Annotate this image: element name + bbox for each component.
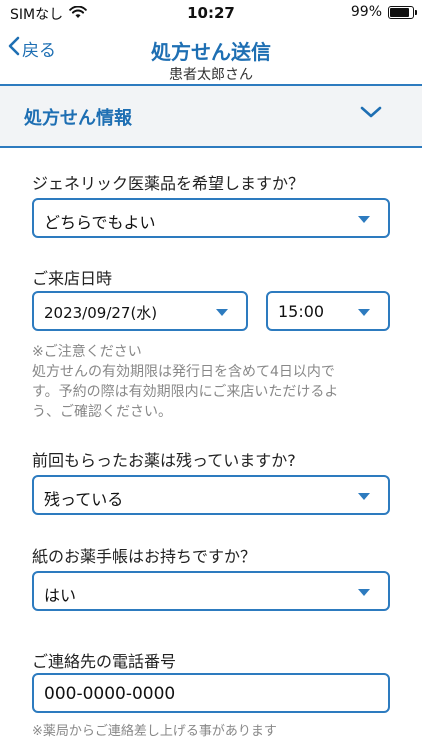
phone-label: ご連絡先の電話番号 bbox=[32, 652, 177, 671]
visit-note-title: ※ご注意ください bbox=[32, 344, 142, 360]
generic-select-value: どちらでもよい bbox=[44, 213, 156, 232]
phone-note: ※薬局からご連絡差し上げる事があります bbox=[32, 724, 277, 739]
generic-question-label: ジェネリック医薬品を希望しますか？ bbox=[32, 174, 305, 193]
status-bar: SIMなし 10:27 99% bbox=[0, 0, 422, 26]
visit-note-line-2: す。予約の際は有効期限内にご来店いただけるよ bbox=[32, 384, 339, 400]
leftover-select-value: 残っている bbox=[44, 490, 124, 509]
visit-date-value: 2023/09/27(水) bbox=[44, 304, 158, 322]
caret-down-icon bbox=[216, 309, 228, 316]
phone-input[interactable]: 000-0000-0000 bbox=[32, 673, 390, 713]
navigation-bar: 戻る 処方せん送信 患者太郎さん bbox=[0, 26, 422, 84]
visit-datetime-label: ご来店日時 bbox=[32, 269, 113, 288]
page-title: 処方せん送信 bbox=[151, 40, 271, 64]
section-title: 処方せん情報 bbox=[24, 108, 132, 129]
notebook-select[interactable]: はい bbox=[32, 571, 390, 611]
visit-note-line-1: 処方せんの有効期限は発行日を含めて4日以内で bbox=[32, 364, 335, 380]
visit-time-select[interactable]: 15:00 bbox=[266, 291, 390, 331]
status-right: 99% bbox=[350, 4, 417, 20]
phone-input-value: 000-0000-0000 bbox=[44, 684, 176, 704]
caret-down-icon bbox=[358, 216, 370, 223]
leftover-select[interactable]: 残っている bbox=[32, 475, 390, 515]
generic-select[interactable]: どちらでもよい bbox=[32, 198, 390, 238]
caret-down-icon bbox=[358, 493, 370, 500]
leftover-question-label: 前回もらったお薬は残っていますか? bbox=[32, 451, 296, 470]
chevron-down-icon bbox=[360, 104, 382, 123]
visit-note: ※ご注意ください 処方せんの有効期限は発行日を含めて4日以内で す。予約の際は有… bbox=[32, 342, 392, 422]
visit-date-select[interactable]: 2023/09/27(水) bbox=[32, 291, 248, 331]
visit-note-line-3: う、ご確認ください。 bbox=[32, 404, 172, 420]
patient-name: 患者太郎さん bbox=[169, 67, 253, 83]
battery-percent: 99% bbox=[350, 4, 382, 20]
visit-time-value: 15:00 bbox=[278, 302, 325, 321]
notebook-question-label: 紙のお薬手帳はお持ちですか？ bbox=[32, 547, 257, 566]
section-header-prescription-info[interactable]: 処方せん情報 bbox=[0, 86, 422, 148]
notebook-select-value: はい bbox=[44, 586, 77, 605]
battery-icon bbox=[388, 5, 417, 19]
caret-down-icon bbox=[358, 309, 370, 316]
caret-down-icon bbox=[358, 589, 370, 596]
